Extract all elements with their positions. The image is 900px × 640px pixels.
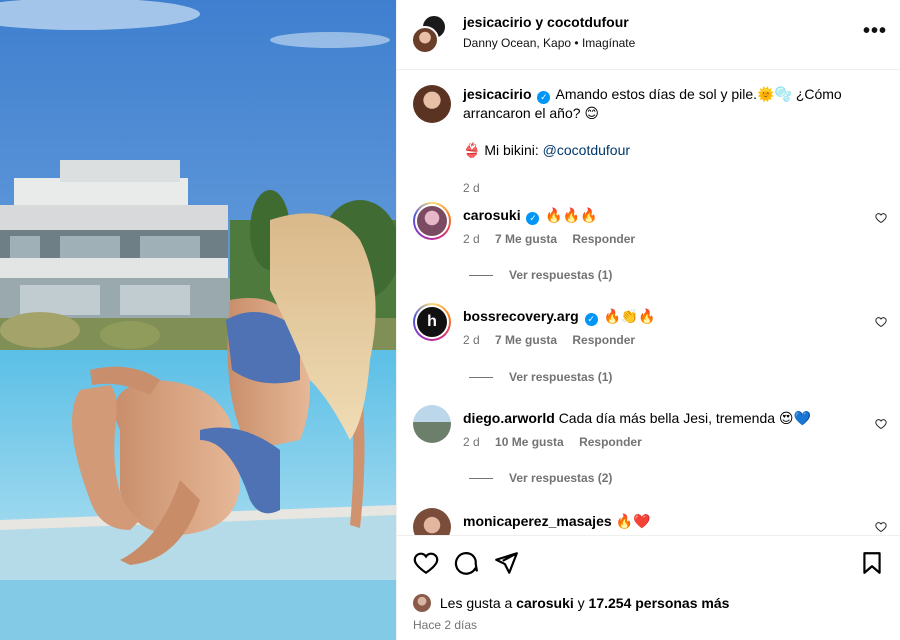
divider-line — [469, 275, 493, 277]
comment-meta: 2 d 7 Me gusta Responder — [463, 232, 647, 246]
reply-button[interactable]: Responder — [579, 435, 642, 449]
comment-text: carosuki ✓ 🔥🔥🔥 — [463, 206, 873, 225]
likes-user[interactable]: carosuki — [516, 595, 574, 611]
verified-badge-icon: ✓ — [584, 313, 598, 326]
verified-badge-icon: ✓ — [526, 212, 540, 225]
divider-line — [469, 478, 493, 480]
comment-likes[interactable]: 7 Me gusta — [495, 232, 557, 246]
avatar[interactable] — [413, 508, 451, 535]
comment-text: monicaperez_masajes 🔥❤️ — [463, 512, 873, 531]
music-info[interactable]: Danny Ocean, Kapo • Imagínate — [463, 36, 635, 50]
caption-username[interactable]: jesicacirio — [463, 86, 532, 102]
comment-text: bossrecovery.arg ✓ 🔥👏🔥 — [463, 307, 873, 326]
comment-username[interactable]: carosuki — [463, 207, 521, 223]
avatar[interactable]: h — [413, 303, 451, 341]
verified-badge-icon: ✓ — [537, 91, 551, 104]
view-replies-button[interactable]: Ver respuestas (2) — [469, 471, 612, 485]
comment-time[interactable]: 2 d — [463, 435, 480, 449]
view-replies-button[interactable]: Ver respuestas (1) — [469, 370, 612, 384]
heart-icon[interactable] — [875, 316, 887, 328]
avatar[interactable] — [413, 85, 451, 123]
view-replies-label: Ver respuestas (1) — [509, 370, 613, 384]
post-date[interactable]: Hace 2 días — [413, 618, 477, 632]
avatar[interactable] — [413, 202, 451, 240]
post-side-panel: jesicacirio y cocotdufour Danny Ocean, K… — [396, 0, 900, 640]
comment-likes[interactable]: 10 Me gusta — [495, 435, 564, 449]
comment-bubble-icon[interactable] — [453, 550, 479, 576]
likes-summary[interactable]: Les gusta a carosuki y 17.254 personas m… — [413, 594, 729, 612]
heart-icon[interactable] — [875, 418, 887, 430]
comment-body: 🔥👏🔥 — [603, 308, 656, 324]
collab-avatars[interactable] — [411, 14, 453, 56]
view-replies-label: Ver respuestas (2) — [509, 471, 613, 485]
share-paper-plane-icon[interactable] — [493, 550, 519, 576]
caption-bikini-line: 👙 Mi bikini: — [463, 142, 543, 158]
reply-button[interactable]: Responder — [572, 333, 635, 347]
comment-username[interactable]: bossrecovery.arg — [463, 308, 579, 324]
likes-mid: y — [573, 595, 589, 611]
comment-meta: 2 d 10 Me gusta Responder — [463, 435, 654, 449]
comment-body: Cada día más bella Jesi, tremenda 😍💙 — [558, 410, 811, 426]
view-replies-button[interactable]: Ver respuestas (1) — [469, 268, 612, 282]
brand-logo-icon: h — [427, 313, 437, 330]
save-bookmark-icon[interactable] — [859, 550, 885, 576]
comment-likes[interactable]: 7 Me gusta — [495, 333, 557, 347]
instagram-post-modal: jesicacirio y cocotdufour Danny Ocean, K… — [0, 0, 900, 640]
post-actions-bar: Les gusta a carosuki y 17.254 personas m… — [397, 535, 900, 640]
post-header: jesicacirio y cocotdufour Danny Ocean, K… — [397, 0, 900, 70]
comment-username[interactable]: monicaperez_masajes — [463, 513, 612, 529]
comment-body: 🔥🔥🔥 — [545, 207, 598, 223]
pool-photo-illustration — [0, 0, 396, 640]
caption-time[interactable]: 2 d — [463, 181, 480, 195]
liker-avatar — [413, 594, 431, 612]
comment-meta: 2 d 7 Me gusta Responder — [463, 333, 647, 347]
comment-username[interactable]: diego.arworld — [463, 410, 555, 426]
likes-count[interactable]: 17.254 personas más — [589, 595, 730, 611]
post-photo[interactable] — [0, 0, 396, 640]
more-options-button[interactable]: ••• — [863, 21, 887, 41]
comment-body: 🔥❤️ — [615, 513, 651, 529]
comments-list[interactable]: jesicacirio ✓ Amando estos días de sol y… — [397, 71, 900, 535]
likes-prefix: Les gusta a — [439, 595, 517, 611]
like-heart-icon[interactable] — [413, 550, 439, 576]
avatar[interactable] — [413, 405, 451, 443]
comment-time[interactable]: 2 d — [463, 232, 480, 246]
caption-meta: 2 d — [463, 181, 492, 195]
view-replies-label: Ver respuestas (1) — [509, 268, 613, 282]
comment-text: diego.arworld Cada día más bella Jesi, t… — [463, 409, 873, 428]
comment-time[interactable]: 2 d — [463, 333, 480, 347]
mention-link[interactable]: @cocotdufour — [543, 142, 630, 158]
avatar-jesicacirio[interactable] — [411, 26, 439, 54]
post-authors[interactable]: jesicacirio y cocotdufour — [463, 14, 629, 30]
caption-text: jesicacirio ✓ Amando estos días de sol y… — [463, 85, 873, 160]
reply-button[interactable]: Responder — [572, 232, 635, 246]
divider-line — [469, 377, 493, 379]
heart-icon[interactable] — [875, 521, 887, 533]
heart-icon[interactable] — [875, 212, 887, 224]
